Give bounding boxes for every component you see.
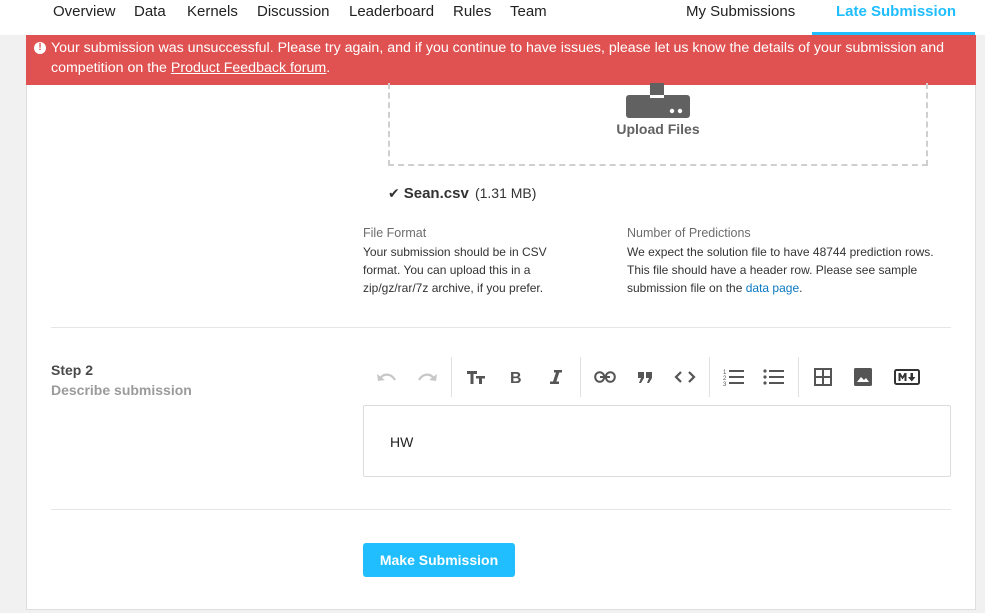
error-banner: ! Your submission was unsuccessful. Plea…	[26, 35, 976, 85]
upload-files-label[interactable]: Upload Files	[390, 121, 926, 137]
uploaded-file: ✔ Sean.csv (1.31 MB)	[388, 185, 536, 202]
markdown-icon[interactable]	[891, 365, 923, 389]
tab-kernels[interactable]: Kernels	[187, 3, 238, 20]
bullet-list-icon[interactable]	[760, 365, 788, 389]
upload-drive-icon	[626, 83, 690, 118]
make-submission-button[interactable]: Make Submission	[363, 543, 515, 577]
file-format-body: Your submission should be in CSV format.…	[363, 245, 547, 295]
toolbar-separator	[709, 357, 710, 397]
tab-overview[interactable]: Overview	[53, 3, 116, 20]
svg-text:3: 3	[723, 382, 727, 386]
predictions-info: Number of Predictions We expect the solu…	[627, 224, 937, 297]
redo-icon[interactable]	[413, 365, 441, 389]
exclamation-circle-icon: !	[34, 42, 46, 54]
error-suffix: .	[326, 59, 331, 76]
tab-data[interactable]: Data	[134, 3, 166, 20]
file-format-title: File Format	[363, 226, 427, 240]
tab-rules[interactable]: Rules	[453, 3, 491, 20]
tab-team[interactable]: Team	[510, 3, 547, 20]
link-icon[interactable]	[591, 365, 619, 389]
upload-dropzone[interactable]: Upload Files	[388, 83, 928, 166]
file-size: (1.31 MB)	[474, 185, 537, 201]
file-format-info: File Format Your submission should be in…	[363, 224, 583, 297]
predictions-suffix: .	[799, 281, 803, 295]
description-editor[interactable]: HW	[363, 405, 951, 477]
image-icon[interactable]	[849, 365, 877, 389]
data-page-link[interactable]: data page	[746, 281, 799, 295]
submission-card: Upload Files ✔ Sean.csv (1.31 MB) File Fo…	[26, 83, 976, 610]
product-feedback-link[interactable]: Product Feedback forum	[171, 60, 326, 76]
divider	[51, 327, 951, 328]
description-text: HW	[390, 434, 414, 450]
text-size-icon[interactable]	[462, 365, 490, 389]
predictions-title: Number of Predictions	[627, 226, 751, 240]
step-description: Describe submission	[51, 382, 192, 398]
ordered-list-icon[interactable]: 123	[720, 365, 748, 389]
file-name: Sean.csv	[403, 185, 469, 202]
tab-my-submissions[interactable]: My Submissions	[686, 3, 795, 20]
competition-nav: Overview Data Kernels Discussion Leaderb…	[0, 0, 985, 35]
table-icon[interactable]	[809, 365, 837, 389]
code-icon[interactable]	[671, 365, 699, 389]
toolbar-separator	[580, 357, 581, 397]
divider	[51, 509, 951, 510]
undo-icon[interactable]	[373, 365, 401, 389]
step-number: Step 2	[51, 362, 94, 378]
bold-icon[interactable]: B	[502, 365, 530, 389]
checkmark-icon: ✔	[388, 185, 400, 201]
toolbar-separator	[798, 357, 799, 397]
svg-text:B: B	[510, 370, 522, 385]
italic-icon[interactable]	[542, 365, 570, 389]
tab-discussion[interactable]: Discussion	[257, 3, 330, 20]
editor-toolbar: B 123	[363, 355, 953, 399]
predictions-body: We expect the solution file to have 4874…	[627, 243, 937, 297]
tab-leaderboard[interactable]: Leaderboard	[349, 3, 434, 20]
toolbar-separator	[451, 357, 452, 397]
tab-late-submission[interactable]: Late Submission	[836, 3, 956, 20]
quote-icon[interactable]	[631, 365, 659, 389]
